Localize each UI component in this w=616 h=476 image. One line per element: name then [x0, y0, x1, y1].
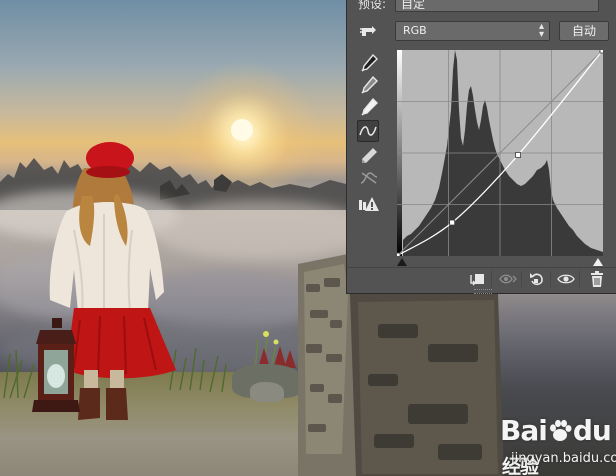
clipping-warning-icon[interactable] — [358, 194, 380, 216]
auto-button[interactable]: 自动 — [559, 21, 609, 41]
hand-target-icon[interactable] — [358, 20, 380, 42]
black-point-slider[interactable] — [397, 258, 407, 266]
panel-footer — [347, 267, 616, 290]
pencil-icon[interactable] — [358, 145, 380, 167]
baidu-jingyan-logo: Bai du经验 — [500, 414, 616, 476]
white-point-slider[interactable] — [593, 258, 603, 266]
preset-label: 预设: — [358, 0, 387, 11]
curves-properties-panel: 预设: 自定 RGB ▴ ▾ 自动 — [346, 0, 616, 294]
preset-dropdown[interactable]: 自定 — [395, 0, 599, 12]
preset-row: 预设: 自定 — [347, 0, 616, 16]
watermark-url: jingyan.baidu.com — [511, 451, 616, 466]
toolbar-separator — [521, 271, 522, 287]
smooth-icon[interactable] — [358, 167, 380, 189]
chevron-updown-icon: ▴ ▾ — [538, 21, 544, 40]
curve-edit-icon — [359, 126, 377, 136]
channel-value: RGB — [403, 24, 427, 37]
toolbar-separator — [579, 271, 580, 287]
visibility-icon[interactable] — [557, 271, 575, 287]
preset-value: 自定 — [401, 0, 426, 11]
delete-icon[interactable] — [588, 271, 606, 287]
view-previous-icon[interactable] — [499, 271, 517, 287]
reset-icon[interactable] — [528, 271, 546, 287]
eyedropper-gray-icon[interactable] — [358, 74, 380, 96]
input-slider[interactable] — [397, 258, 603, 266]
panel-resize-grip[interactable] — [474, 289, 492, 294]
toolbar-separator — [550, 271, 551, 287]
toolbar-separator — [491, 271, 492, 287]
logo-du: du — [572, 414, 612, 447]
channel-dropdown[interactable]: RGB ▴ ▾ — [395, 21, 550, 41]
clip-to-layer-icon[interactable] — [467, 271, 485, 287]
logo-bai: Bai — [500, 414, 548, 447]
curve-control-point[interactable] — [397, 252, 401, 256]
curves-graph[interactable] — [397, 50, 603, 256]
curve-control-point[interactable] — [599, 50, 603, 54]
curve-edit-tool[interactable] — [357, 120, 379, 142]
eyedropper-black-icon[interactable] — [358, 52, 380, 74]
paw-icon — [549, 419, 572, 441]
eyedropper-white-icon[interactable] — [358, 96, 380, 118]
curve-control-point[interactable] — [515, 152, 521, 158]
curve-control-point[interactable] — [449, 219, 456, 226]
